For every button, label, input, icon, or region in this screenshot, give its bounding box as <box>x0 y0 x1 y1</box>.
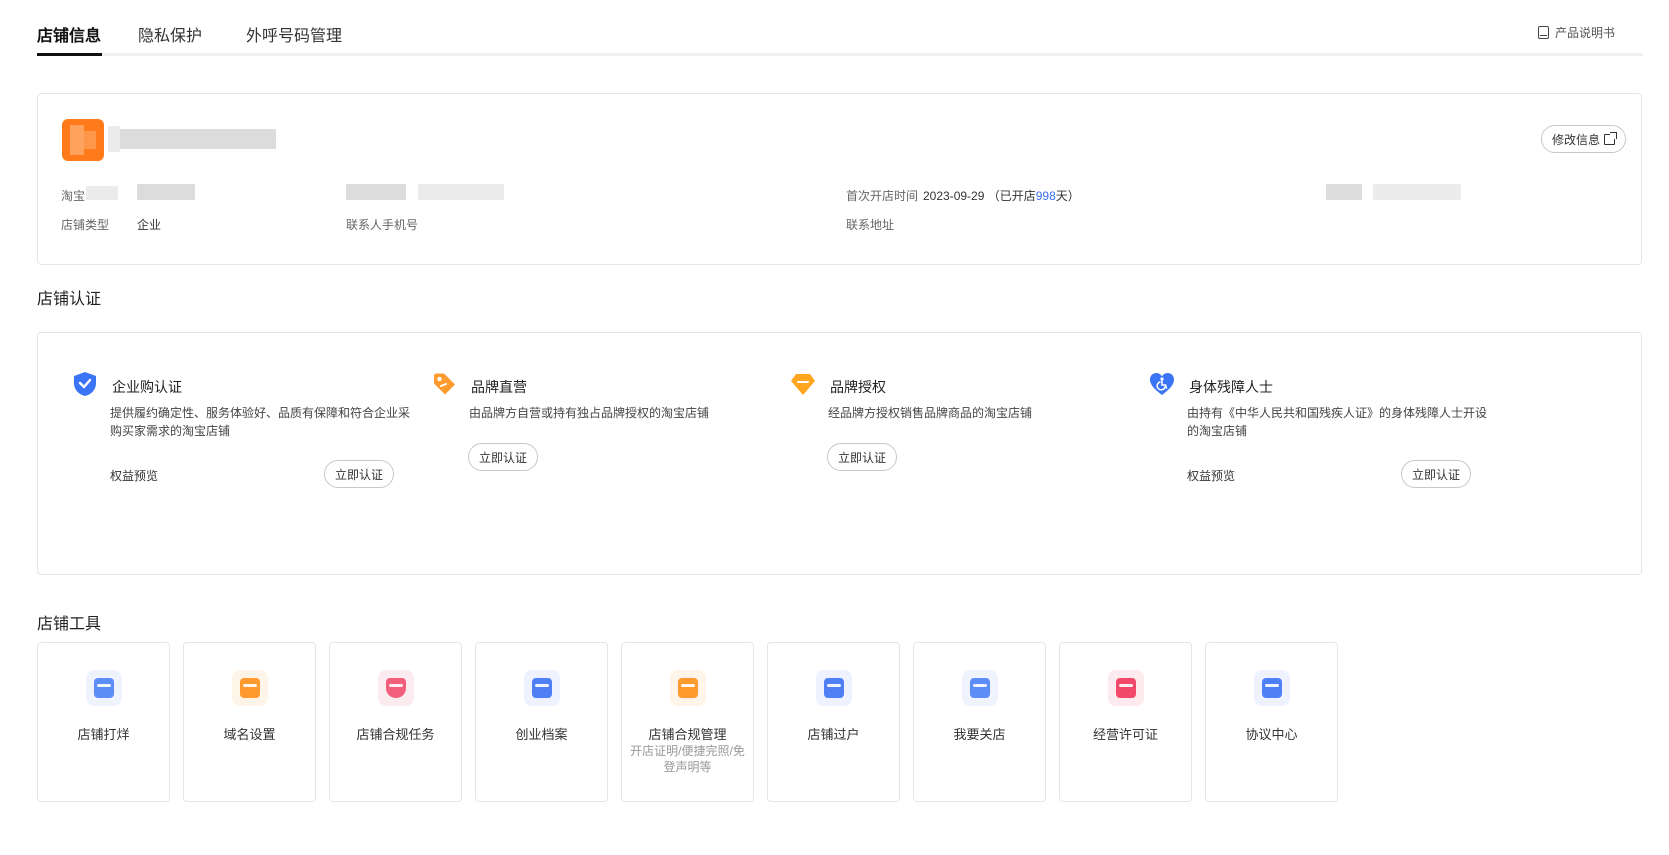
store-type-value: 企业 <box>137 218 162 232</box>
tab-active-indicator <box>37 53 102 56</box>
store-name-redacted <box>118 129 276 149</box>
opened-days: 998 <box>1035 189 1056 203</box>
transfer-icon <box>816 670 852 706</box>
first-open-value: 2023-09-29 （已开店998天） <box>923 187 1080 204</box>
shield-check-icon <box>74 372 96 396</box>
tool-sublabel: 开店证明/便捷完照/免登声明等 <box>630 744 745 774</box>
book-icon <box>1537 26 1549 39</box>
cert-desc: 提供履约确定性、服务体验好、品质有保障和符合企业采购买家需求的淘宝店铺 <box>110 406 411 438</box>
taobao-value-redacted <box>137 184 195 200</box>
edit-info-button[interactable]: 修改信息 <box>1541 125 1627 153</box>
tool-label: 店铺合规管理 <box>648 727 727 742</box>
tag-icon <box>434 373 455 395</box>
close-store-icon <box>962 670 998 706</box>
product-manual-label: 产品说明书 <box>1554 26 1615 40</box>
cert-desc: 由持有《中华人民共和国残疾人证》的身体残障人士开设的淘宝店铺 <box>1187 406 1488 438</box>
taobao-label-redacted <box>86 186 118 200</box>
page: 店铺信息 隐私保护 外呼号码管理 产品说明书 修改信息 淘宝 首次开店时间 20… <box>0 0 1669 855</box>
first-open-label: 首次开店时间 <box>846 189 919 203</box>
certify-now-button[interactable]: 立即认证 <box>827 443 898 471</box>
field-label-redacted <box>346 184 406 200</box>
agreement-icon <box>1254 670 1290 706</box>
rights-preview-link[interactable]: 权益预览 <box>1187 467 1235 484</box>
tool-compliance-tasks[interactable]: 店铺合规任务 <box>329 642 462 802</box>
contact-phone-label: 联系人手机号 <box>346 218 419 232</box>
field-value-redacted-2 <box>1373 184 1461 200</box>
heart-accessibility-icon <box>1150 373 1174 395</box>
shield-search-icon <box>378 670 414 706</box>
tool-label: 店铺合规任务 <box>356 727 435 742</box>
store-name-redacted-edge <box>108 126 120 152</box>
opened-prefix: （已开店 <box>987 189 1036 203</box>
tool-domain-settings[interactable]: 域名设置 <box>183 642 316 802</box>
address-label: 联系地址 <box>846 218 895 232</box>
diamond-icon <box>791 374 815 395</box>
field-value-redacted <box>418 184 504 200</box>
tool-label: 我要关店 <box>953 727 1006 742</box>
store-logo <box>62 119 104 161</box>
compliance-doc-icon <box>670 670 706 706</box>
tool-label: 店铺过户 <box>807 727 860 742</box>
cert-title: 企业购认证 <box>112 379 182 395</box>
tool-compliance-management[interactable]: 店铺合规管理 开店证明/便捷完照/免登声明等 <box>621 642 754 802</box>
certify-now-button[interactable]: 立即认证 <box>1401 460 1472 488</box>
cert-desc: 由品牌方自营或持有独占品牌授权的淘宝店铺 <box>469 406 710 420</box>
store-closed-icon <box>86 670 122 706</box>
field-label-redacted-2 <box>1326 184 1362 200</box>
license-folder-icon <box>1108 670 1144 706</box>
taobao-label: 淘宝 <box>61 189 86 203</box>
archive-icon <box>524 670 560 706</box>
tool-label: 店铺打烊 <box>77 727 130 742</box>
tool-close-store[interactable]: 我要关店 <box>913 642 1046 802</box>
domain-icon <box>232 670 268 706</box>
tool-store-closing[interactable]: 店铺打烊 <box>37 642 170 802</box>
rights-preview-link[interactable]: 权益预览 <box>110 467 158 484</box>
cert-title: 品牌授权 <box>830 379 886 395</box>
certify-now-button[interactable]: 立即认证 <box>468 443 539 471</box>
certification-card: 企业购认证 提供履约确定性、服务体验好、品质有保障和符合企业采购买家需求的淘宝店… <box>37 332 1642 575</box>
tool-label: 协议中心 <box>1245 727 1298 742</box>
certify-now-button[interactable]: 立即认证 <box>324 460 395 488</box>
tool-label: 经营许可证 <box>1092 727 1158 742</box>
tab-store-info[interactable]: 店铺信息 <box>37 22 101 46</box>
first-open-date: 2023-09-29 <box>923 189 985 203</box>
product-manual-link[interactable]: 产品说明书 <box>1537 24 1615 41</box>
edit-info-label: 修改信息 <box>1552 132 1601 147</box>
tab-outbound-number-management[interactable]: 外呼号码管理 <box>246 22 342 46</box>
tool-label: 域名设置 <box>223 727 276 742</box>
tool-business-license[interactable]: 经营许可证 <box>1059 642 1192 802</box>
tab-divider <box>37 53 1643 56</box>
certification-section-title: 店铺认证 <box>37 291 102 308</box>
store-type-label: 店铺类型 <box>61 218 110 232</box>
tab-privacy-protection[interactable]: 隐私保护 <box>138 22 202 46</box>
tools-section-title: 店铺工具 <box>37 616 102 633</box>
cert-title: 品牌直营 <box>471 379 527 395</box>
cert-title: 身体残障人士 <box>1189 379 1273 395</box>
tool-label: 创业档案 <box>515 727 568 742</box>
cert-desc: 经品牌方授权销售品牌商品的淘宝店铺 <box>828 406 1033 420</box>
tool-store-transfer[interactable]: 店铺过户 <box>767 642 900 802</box>
opened-suffix: 天） <box>1055 189 1080 203</box>
tab-bar: 店铺信息 隐私保护 外呼号码管理 产品说明书 <box>37 18 1643 58</box>
tool-startup-archive[interactable]: 创业档案 <box>475 642 608 802</box>
store-info-card: 修改信息 淘宝 首次开店时间 2023-09-29 （已开店998天） 店铺类型… <box>37 93 1642 265</box>
external-link-icon <box>1604 131 1618 145</box>
tool-agreement-center[interactable]: 协议中心 <box>1205 642 1338 802</box>
